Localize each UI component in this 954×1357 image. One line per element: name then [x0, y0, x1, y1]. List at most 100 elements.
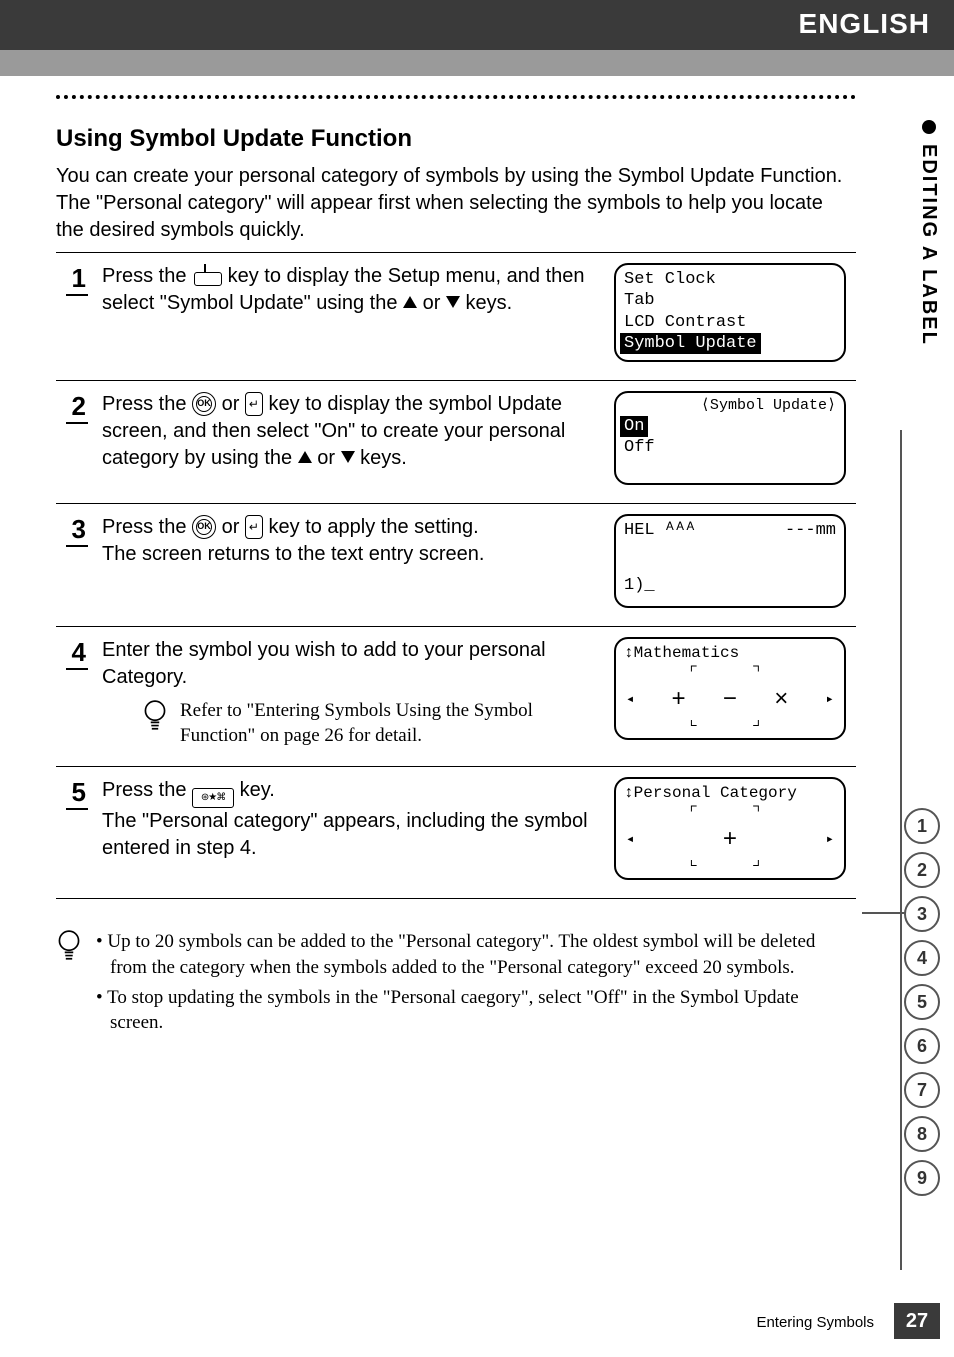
chapter-nav-item[interactable]: 9 — [904, 1160, 940, 1196]
side-tab-label: EDITING A LABEL — [917, 144, 940, 346]
step-number: 3 — [66, 514, 88, 547]
chapter-nav-item[interactable]: 6 — [904, 1028, 940, 1064]
footnotes: • Up to 20 symbols can be added to the "… — [56, 929, 856, 1040]
lightbulb-icon — [142, 699, 168, 748]
footnote-item: • To stop updating the symbols in the "P… — [96, 985, 856, 1036]
chapter-nav-item[interactable]: 7 — [904, 1072, 940, 1108]
step-number: 2 — [66, 391, 88, 424]
step-row: 3 Press the or key to apply the setting.… — [56, 504, 856, 627]
step-text: Press the key to display the Setup menu,… — [98, 253, 610, 381]
lcd-screen: ↕Mathematics ⌜ ⌝ ◂ + − × ▸ ⌞ ⌟ — [614, 637, 846, 740]
step-row: 4 Enter the symbol you wish to add to yo… — [56, 627, 856, 767]
footnote-item: • Up to 20 symbols can be added to the "… — [96, 929, 856, 980]
lcd-screen: ⟨Symbol Update⟩ On Off — [614, 391, 846, 485]
tip-text: Refer to "Entering Symbols Using the Sym… — [180, 699, 606, 748]
text: The "Personal category" appears, includi… — [102, 810, 588, 859]
lcd-line: Tab — [624, 290, 836, 311]
language-label: ENGLISH — [799, 8, 930, 40]
lcd-screen: Set Clock Tab LCD Contrast Symbol Update — [614, 263, 846, 362]
lcd-line-selected: Symbol Update — [620, 333, 761, 354]
chapter-nav-item[interactable]: 4 — [904, 940, 940, 976]
bullet-icon — [922, 120, 936, 134]
text: Up to 20 symbols can be added to the "Pe… — [107, 931, 815, 978]
lcd-selection-corners: ⌜ ⌝ — [624, 803, 836, 826]
down-arrow-icon — [446, 296, 460, 308]
dotted-rule — [56, 95, 856, 99]
text: key. — [240, 779, 275, 801]
text: Enter the symbol you wish to add to your… — [102, 639, 546, 688]
lcd-line-selected: On — [620, 416, 648, 437]
down-arrow-icon — [341, 451, 355, 463]
text: Press the — [102, 265, 192, 287]
lcd-line: LCD Contrast — [624, 312, 836, 333]
chapter-nav-item[interactable]: 8 — [904, 1116, 940, 1152]
chapter-nav-item[interactable]: 5 — [904, 984, 940, 1020]
side-tab: EDITING A LABEL — [917, 120, 940, 346]
lightbulb-icon — [56, 929, 82, 1040]
lcd-caret: 1)_ — [624, 575, 836, 596]
step-text: Enter the symbol you wish to add to your… — [98, 627, 610, 767]
enter-key-icon — [245, 392, 263, 416]
header-bar: ENGLISH — [0, 0, 954, 72]
section-intro: You can create your personal category of… — [56, 163, 856, 244]
text: Press the — [102, 516, 192, 538]
text: The screen returns to the text entry scr… — [102, 543, 484, 565]
section-title: Using Symbol Update Function — [56, 125, 856, 153]
lcd-status-left: HEL ᴬᴬᴬ — [624, 520, 695, 541]
setup-key-icon — [192, 264, 222, 286]
text: keys. — [360, 447, 407, 469]
step-number: 1 — [66, 263, 88, 296]
lcd-selection-corners: ⌞ ⌟ — [624, 850, 836, 873]
chapter-nav: 1 2 3 4 5 6 7 8 9 — [904, 808, 940, 1196]
step-row: 2 Press the or key to display the symbol… — [56, 381, 856, 504]
step-text: Press the or key to apply the setting. T… — [98, 504, 610, 627]
step-text: Press the ⊛★⌘ key. The "Personal categor… — [98, 767, 610, 899]
step-number: 5 — [66, 777, 88, 810]
text: keys. — [466, 292, 513, 314]
chapter-nav-item-active[interactable]: 3 — [904, 896, 940, 932]
text: or — [222, 516, 245, 538]
left-arrow-icon: ◂ — [626, 692, 634, 710]
main-content: Using Symbol Update Function You can cre… — [56, 95, 856, 1040]
step-number: 4 — [66, 637, 88, 670]
step-row: 1 Press the key to display the Setup men… — [56, 253, 856, 381]
lcd-selection-corners: ⌜ ⌝ — [624, 663, 836, 686]
ok-key-icon — [192, 392, 216, 416]
lcd-screen: HEL ᴬᴬᴬ ---mm 1)_ — [614, 514, 846, 608]
lcd-selection-corners: ⌞ ⌟ — [624, 710, 836, 733]
left-arrow-icon: ◂ — [626, 832, 634, 850]
text: Press the — [102, 779, 192, 801]
symbol-key-icon: ⊛★⌘ — [192, 788, 234, 808]
right-arrow-icon: ▸ — [826, 832, 834, 850]
steps-table: 1 Press the key to display the Setup men… — [56, 252, 856, 899]
right-arrow-icon: ▸ — [826, 692, 834, 710]
text: or — [222, 393, 245, 415]
page: ENGLISH EDITING A LABEL Using Symbol Upd… — [0, 0, 954, 1357]
lcd-line: Set Clock — [624, 269, 836, 290]
tip-note: Refer to "Entering Symbols Using the Sym… — [102, 699, 606, 748]
chapter-nav-item[interactable]: 1 — [904, 808, 940, 844]
page-number: 27 — [894, 1303, 940, 1339]
up-arrow-icon — [403, 296, 417, 308]
text: or — [317, 447, 340, 469]
up-arrow-icon — [298, 451, 312, 463]
side-divider — [900, 430, 902, 1270]
enter-key-icon — [245, 515, 263, 539]
lcd-symbol: × — [774, 686, 788, 716]
lcd-line: Off — [624, 437, 836, 458]
lcd-category: Personal Category — [634, 784, 797, 802]
text: or — [423, 292, 446, 314]
lcd-status-right: ---mm — [785, 520, 836, 541]
footer-section-label: Entering Symbols — [756, 1314, 874, 1331]
step-text: Press the or key to display the symbol U… — [98, 381, 610, 504]
lcd-symbol: + — [671, 686, 685, 716]
step-row: 5 Press the ⊛★⌘ key. The "Personal categ… — [56, 767, 856, 899]
header-bar-light — [0, 50, 954, 76]
text: Press the — [102, 393, 192, 415]
lcd-category: Mathematics — [634, 644, 740, 662]
ok-key-icon — [192, 515, 216, 539]
lcd-screen: ↕Personal Category ⌜ ⌝ ◂ + ▸ ⌞ ⌟ — [614, 777, 846, 880]
text: To stop updating the symbols in the "Per… — [107, 987, 799, 1034]
chapter-nav-item[interactable]: 2 — [904, 852, 940, 888]
lcd-title: ⟨Symbol Update⟩ — [624, 397, 836, 416]
